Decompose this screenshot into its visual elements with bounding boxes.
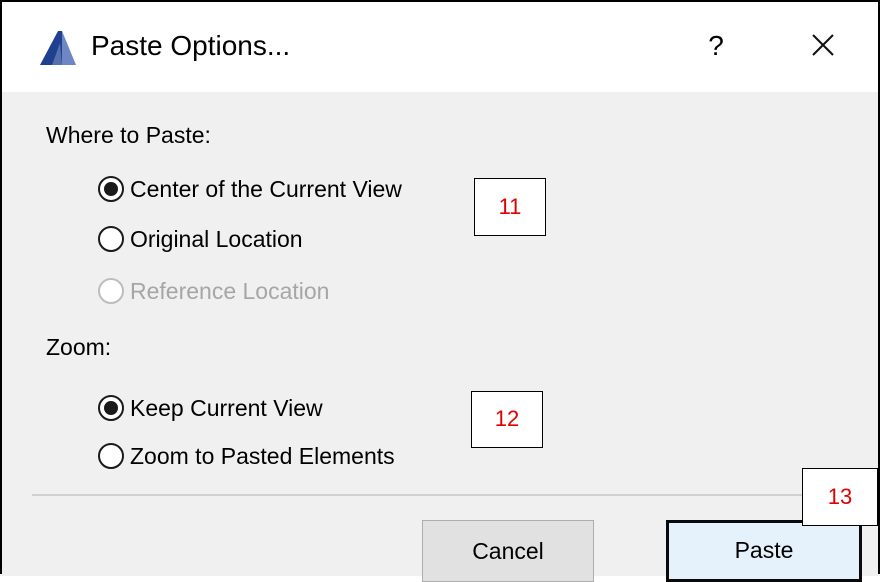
- callout-label-13: 13: [802, 468, 878, 526]
- radio-original-location[interactable]: Original Location: [98, 219, 303, 259]
- radio-label: Keep Current View: [130, 395, 323, 421]
- radio-label: Zoom to Pasted Elements: [130, 443, 395, 469]
- radio-button-checked[interactable]: [98, 176, 124, 202]
- close-button[interactable]: [798, 20, 848, 70]
- radio-zoom-to-pasted-elements[interactable]: Zoom to Pasted Elements: [98, 436, 395, 476]
- radio-reference-location: Reference Location: [98, 271, 329, 311]
- radio-label: Original Location: [130, 226, 303, 252]
- paste-button[interactable]: Paste: [666, 520, 862, 582]
- callout-label-12: 12: [471, 391, 543, 448]
- radio-button[interactable]: [98, 443, 124, 469]
- zoom-label: Zoom:: [46, 334, 112, 360]
- close-icon: [812, 34, 834, 56]
- window-title: Paste Options...: [91, 30, 291, 61]
- archicad-icon: [38, 29, 78, 67]
- radio-keep-current-view[interactable]: Keep Current View: [98, 388, 323, 428]
- dialog-content: Where to Paste: Center of the Current Vi…: [2, 92, 878, 582]
- help-button[interactable]: ?: [694, 22, 738, 70]
- radio-button[interactable]: [98, 226, 124, 252]
- footer-separator: [32, 494, 878, 496]
- cancel-button[interactable]: Cancel: [422, 520, 594, 582]
- title-bar: Paste Options... ?: [2, 2, 878, 92]
- radio-button-disabled: [98, 278, 124, 304]
- paste-options-dialog: Paste Options... ? Where to Paste: Cente…: [0, 0, 880, 582]
- radio-label: Reference Location: [130, 278, 330, 304]
- where-to-paste-label: Where to Paste:: [46, 122, 211, 148]
- radio-button-checked[interactable]: [98, 395, 124, 421]
- radio-center-of-current-view[interactable]: Center of the Current View: [98, 169, 402, 209]
- radio-label: Center of the Current View: [130, 176, 402, 202]
- callout-label-11: 11: [474, 178, 546, 236]
